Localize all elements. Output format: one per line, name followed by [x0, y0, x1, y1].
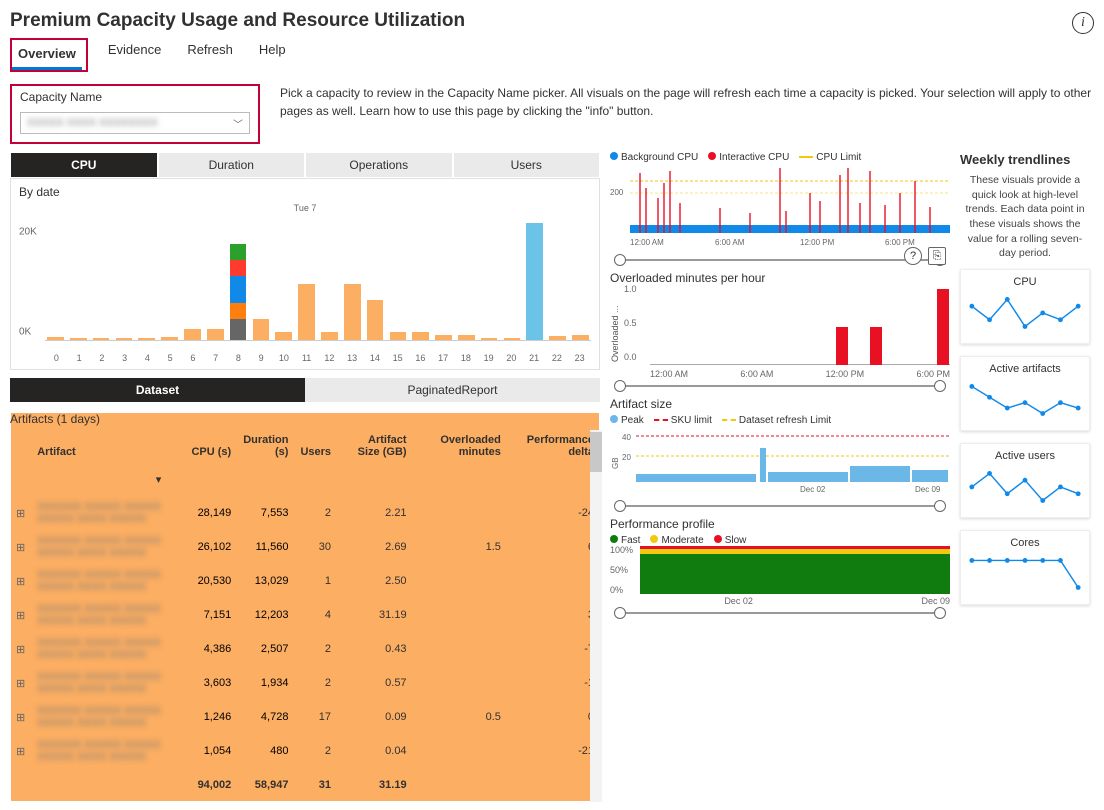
- overloaded-panel: Overloaded minutes per hour Overloaded .…: [610, 271, 950, 387]
- overloaded-title: Overloaded minutes per hour: [610, 271, 950, 285]
- table-scrollbar[interactable]: [590, 430, 602, 802]
- legend-int-cpu: Interactive CPU: [719, 152, 789, 163]
- trend-card-title: Cores: [967, 537, 1083, 549]
- capacity-select[interactable]: XXXXX XXXX XXXXXXXX ﹀: [20, 112, 250, 134]
- tab-overview[interactable]: Overview: [12, 42, 82, 70]
- table-row[interactable]: ⊞XXXXXX XXXXX XXXXXXXXXX XXXX XXXXX7,151…: [10, 598, 600, 632]
- svg-text:6:00 PM: 6:00 PM: [885, 238, 915, 247]
- table-row[interactable]: ⊞XXXXXX XXXXX XXXXXXXXXX XXXX XXXXX26,10…: [10, 530, 600, 564]
- metric-tab-operations[interactable]: Operations: [305, 152, 453, 178]
- th-duration[interactable]: Duration (s): [237, 430, 294, 462]
- th-size[interactable]: Artifact Size (GB): [337, 430, 413, 462]
- svg-text:12:00 AM: 12:00 AM: [630, 238, 664, 247]
- artifact-tab-dataset[interactable]: Dataset: [10, 378, 305, 402]
- artifacts-title: Artifacts (1 days): [10, 412, 600, 426]
- expand-icon[interactable]: ⊞: [10, 598, 31, 632]
- page-title: Premium Capacity Usage and Resource Util…: [10, 10, 465, 32]
- table-row[interactable]: ⊞XXXXXX XXXXX XXXXXXXXXX XXXX XXXXX4,386…: [10, 632, 600, 666]
- nav-tabs: Overview Evidence Refresh Help: [10, 38, 1094, 72]
- th-cpu[interactable]: CPU (s): [181, 430, 237, 462]
- trend-card-active-artifacts[interactable]: Active artifacts: [960, 356, 1090, 431]
- svg-text:Dec 02: Dec 02: [800, 485, 826, 494]
- artifact-size-chart[interactable]: GB 40 20 Dec 02 Dec 09: [610, 426, 950, 499]
- legend-peak: Peak: [621, 415, 644, 426]
- metric-tab-cpu[interactable]: CPU: [10, 152, 158, 178]
- legend-moderate: Moderate: [661, 535, 703, 546]
- artifact-size-slider[interactable]: [616, 505, 944, 507]
- table-row[interactable]: ⊞XXXXXX XXXXX XXXXXXXXXX XXXX XXXXX1,054…: [10, 734, 600, 768]
- perf-title: Performance profile: [610, 517, 950, 531]
- svg-text:20: 20: [622, 453, 631, 462]
- capacity-picker-box: Capacity Name XXXXX XXXX XXXXXXXX ﹀: [10, 84, 260, 144]
- artifact-size-panel: Artifact size Peak SKU limit Dataset ref…: [610, 397, 950, 507]
- svg-text:40: 40: [622, 433, 631, 442]
- by-date-title: By date: [19, 185, 591, 199]
- trend-title: Weekly trendlines: [960, 152, 1090, 167]
- legend-refresh-limit: Dataset refresh Limit: [739, 415, 831, 426]
- instructions-text: Pick a capacity to review in the Capacit…: [280, 84, 1094, 120]
- trend-card-cores[interactable]: Cores: [960, 530, 1090, 605]
- th-users[interactable]: Users: [294, 430, 337, 462]
- artifact-size-title: Artifact size: [610, 397, 950, 411]
- table-row[interactable]: ⊞XXXXXX XXXXX XXXXXXXXXX XXXX XXXXX1,246…: [10, 700, 600, 734]
- trend-desc: These visuals provide a quick look at hi…: [960, 173, 1090, 261]
- th-perf[interactable]: Performance delta: [507, 430, 600, 462]
- trend-card-title: Active users: [967, 450, 1083, 462]
- artifact-tab-paginated[interactable]: PaginatedReport: [305, 378, 600, 402]
- cpu-timeline-chart[interactable]: 200: [610, 163, 950, 253]
- help-icon[interactable]: ?: [904, 247, 922, 265]
- overloaded-chart[interactable]: Overloaded ... 1.0 0.5 0.0: [610, 289, 950, 379]
- trend-card-active-users[interactable]: Active users: [960, 443, 1090, 518]
- overloaded-slider[interactable]: [616, 385, 944, 387]
- expand-icon[interactable]: ⊞: [10, 564, 31, 598]
- cpu-range-slider[interactable]: [616, 259, 944, 261]
- perf-slider[interactable]: [616, 612, 944, 614]
- svg-text:GB: GB: [611, 457, 620, 469]
- table-row[interactable]: ⊞XXXXXX XXXXX XXXXXXXXXX XXXX XXXXX20,53…: [10, 564, 600, 598]
- overloaded-ylabel: Overloaded ...: [610, 289, 620, 379]
- tab-help[interactable]: Help: [253, 38, 292, 72]
- trend-card-cpu[interactable]: CPU: [960, 269, 1090, 344]
- svg-text:Dec 09: Dec 09: [915, 485, 941, 494]
- by-date-chart[interactable]: 20K 0K 012345678910111213141516171819202…: [19, 203, 591, 363]
- metric-tab-users[interactable]: Users: [453, 152, 601, 178]
- th-overloaded[interactable]: Overloaded minutes: [413, 430, 507, 462]
- chevron-down-icon: ﹀: [233, 116, 243, 131]
- tab-refresh[interactable]: Refresh: [181, 38, 239, 72]
- legend-bg-cpu: Background CPU: [621, 152, 698, 163]
- legend-cpu-limit: CPU Limit: [816, 152, 861, 163]
- svg-text:200: 200: [610, 188, 624, 197]
- metric-tab-duration[interactable]: Duration: [158, 152, 306, 178]
- metric-tabs: CPU Duration Operations Users: [10, 152, 600, 178]
- artifact-tabs: Dataset PaginatedReport: [10, 378, 600, 402]
- svg-text:6:00 AM: 6:00 AM: [715, 238, 745, 247]
- legend-slow: Slow: [725, 535, 747, 546]
- expand-icon[interactable]: ⊞: [10, 632, 31, 666]
- expand-icon[interactable]: ⊞: [10, 530, 31, 564]
- capacity-value: XXXXX XXXX XXXXXXXX: [27, 117, 158, 129]
- perf-chart[interactable]: 100% 50% 0% Dec 02Dec 09: [610, 546, 950, 606]
- tab-evidence[interactable]: Evidence: [102, 38, 167, 72]
- artifacts-table: Artifact CPU (s) Duration (s) Users Arti…: [10, 430, 600, 802]
- cpu-timeline-panel: Background CPU Interactive CPU CPU Limit…: [610, 152, 950, 261]
- info-icon[interactable]: i: [1072, 12, 1094, 34]
- expand-icon[interactable]: ⊞: [10, 734, 31, 768]
- table-row[interactable]: ⊞XXXXXX XXXXX XXXXXXXXXX XXXX XXXXX28,14…: [10, 496, 600, 530]
- table-row[interactable]: ⊞XXXXXX XXXXX XXXXXXXXXX XXXX XXXXX3,603…: [10, 666, 600, 700]
- expand-icon[interactable]: ⊞: [10, 666, 31, 700]
- svg-text:12:00 PM: 12:00 PM: [800, 238, 835, 247]
- copy-icon[interactable]: ⎘: [928, 247, 946, 265]
- expand-icon[interactable]: ⊞: [10, 700, 31, 734]
- expand-icon[interactable]: ⊞: [10, 496, 31, 530]
- capacity-label: Capacity Name: [20, 90, 250, 104]
- performance-panel: Performance profile Fast Moderate Slow 1…: [610, 517, 950, 614]
- th-artifact[interactable]: Artifact: [31, 430, 181, 462]
- trend-card-title: Active artifacts: [967, 363, 1083, 375]
- trend-card-title: CPU: [967, 276, 1083, 288]
- legend-sku: SKU limit: [671, 415, 712, 426]
